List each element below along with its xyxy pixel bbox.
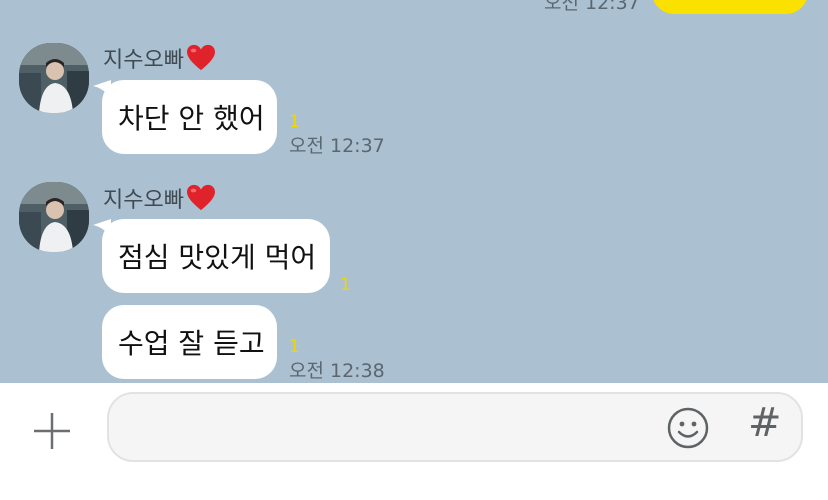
sender-avatar[interactable] [19,43,89,113]
unread-count: 1 [289,337,300,357]
sender-name-row: 지수오빠 [103,182,216,214]
sender-name-row: 지수오빠 [103,42,216,74]
sender-name: 지수오빠 [103,48,184,73]
sender-avatar[interactable] [19,182,89,252]
chat-area[interactable]: 오전 12:37 지수오빠 차단 안 했어 1 오전 12:37 지수오빠 점심… [0,0,828,383]
my-message-bubble[interactable] [652,0,808,14]
message-bubble[interactable]: 수업 잘 듣고 [102,305,277,379]
heart-icon [186,184,215,211]
message-text: 수업 잘 듣고 [118,327,265,360]
hashtag-button[interactable]: # [748,403,782,443]
message-text: 점심 맛있게 먹어 [118,241,317,274]
smiley-icon[interactable] [666,406,710,450]
message-time: 오전 12:37 [289,135,385,157]
unread-count: 1 [289,112,300,132]
input-bar: # [0,383,828,500]
unread-count: 1 [340,275,351,295]
message-bubble[interactable]: 점심 맛있게 먹어 [102,219,330,293]
message-time: 오전 12:37 [544,0,640,14]
message-time: 오전 12:38 [289,360,385,382]
heart-icon [186,44,215,71]
plus-icon[interactable] [30,409,74,453]
message-bubble[interactable]: 차단 안 했어 [102,80,277,154]
sender-name: 지수오빠 [103,188,184,213]
message-text: 차단 안 했어 [118,102,265,135]
